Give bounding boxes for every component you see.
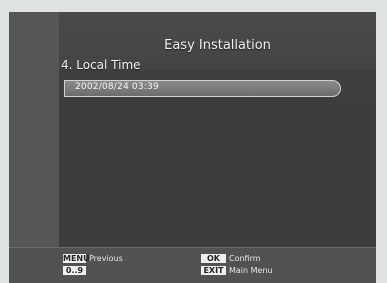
local-time-value: 2002/08/24 03:39	[75, 82, 159, 92]
content-area	[59, 98, 376, 248]
menu-key[interactable]: MENU	[63, 254, 90, 263]
step-label: 4. Local Time	[61, 58, 141, 72]
tv-screen: Easy Installation 4. Local Time 2002/08/…	[9, 12, 376, 283]
menu-key-label: Previous	[89, 254, 123, 263]
exit-key-label: Main Menu	[229, 266, 273, 275]
footer-help-bar: MENU Previous 0..9 OK Confirm EXIT Main …	[9, 247, 376, 283]
exit-key[interactable]: EXIT	[201, 266, 226, 275]
page-title: Easy Installation	[164, 38, 271, 53]
ok-key[interactable]: OK	[201, 254, 226, 263]
digits-key[interactable]: 0..9	[63, 266, 86, 275]
left-sidebar-strip	[9, 12, 59, 282]
ok-key-label: Confirm	[229, 254, 261, 263]
